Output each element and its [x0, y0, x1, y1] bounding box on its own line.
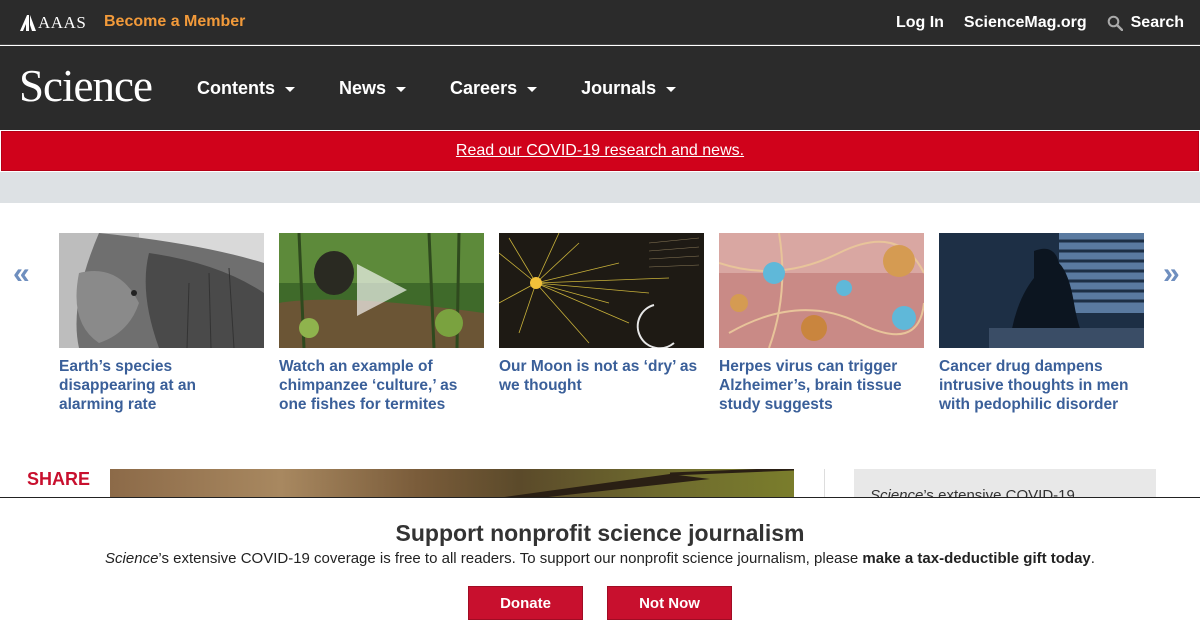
search-icon [1107, 15, 1123, 31]
rhino-image[interactable] [59, 233, 264, 348]
caret-down-icon [396, 86, 407, 92]
covid-coverage-box: Science’s extensive COVID-19 [854, 469, 1156, 499]
nav-item-news[interactable]: News [339, 77, 407, 99]
covid-banner: Read our COVID-19 research and news. [1, 131, 1199, 171]
nav-item-label: Contents [197, 77, 275, 98]
sciencemag-link[interactable]: ScienceMag.org [964, 14, 1087, 32]
caret-down-icon [285, 86, 295, 92]
donate-button[interactable]: Donate [468, 586, 583, 620]
science-logo[interactable]: Science [19, 60, 153, 112]
carousel-card[interactable]: Our Moon is not as ‘dry’ as we thought [499, 233, 704, 395]
aaas-logo-text: AAAS [38, 13, 87, 32]
donation-overlay: Support nonprofit science journalism Sci… [0, 497, 1200, 630]
nav-item-journals[interactable]: Journals [581, 77, 677, 99]
column-divider [824, 469, 825, 499]
tax-gift-text: make a tax-deductible gift today [862, 550, 1091, 567]
nav-item-label: Careers [450, 77, 518, 98]
carousel-card[interactable]: Watch an example of chimpanzee ‘culture,… [279, 233, 484, 414]
card-title[interactable]: Herpes virus can trigger Alzheimer’s, br… [719, 357, 924, 414]
carousel-next-arrow[interactable]: » [1163, 257, 1180, 291]
share-label: SHARE [27, 469, 91, 489]
chimpanzee-video-image[interactable] [279, 233, 484, 348]
card-title[interactable]: Earth’s species disappearing at an alarm… [59, 357, 264, 414]
covid-research-link[interactable]: Read our COVID-19 research and news. [456, 142, 744, 160]
carousel-prev-arrow[interactable]: « [13, 257, 30, 291]
moon-illustration-image[interactable] [499, 233, 704, 348]
nav-item-label: News [339, 77, 387, 98]
card-title[interactable]: Cancer drug dampens intrusive thoughts i… [939, 357, 1144, 414]
aaas-logo[interactable]: AAAS [20, 13, 86, 33]
search-label: Search [1130, 13, 1184, 31]
caret-down-icon [666, 86, 677, 92]
caret-down-icon [527, 86, 538, 92]
play-icon[interactable] [352, 261, 410, 319]
card-title[interactable]: Watch an example of chimpanzee ‘culture,… [279, 357, 484, 414]
become-member-link[interactable]: Become a Member [104, 13, 245, 31]
not-now-button[interactable]: Not Now [607, 586, 732, 620]
nav-menu: Contents News Careers Journals [197, 46, 720, 130]
carousel-card[interactable]: Herpes virus can trigger Alzheimer’s, br… [719, 233, 924, 414]
main-nav: Science Contents News Careers Journals [0, 46, 1200, 130]
man-in-dark-room-image[interactable] [939, 233, 1144, 348]
nav-item-contents[interactable]: Contents [197, 78, 295, 99]
account-links: Log In ScienceMag.org Search [876, 0, 1184, 45]
carousel-card[interactable]: Cancer drug dampens intrusive thoughts i… [939, 233, 1144, 414]
search-button[interactable]: Search [1107, 14, 1184, 32]
donation-message: Science’s extensive COVID-19 coverage is… [105, 550, 1095, 567]
ad-strip [0, 172, 1200, 203]
science-italic: Science [105, 550, 159, 567]
log-in-link[interactable]: Log In [896, 14, 944, 32]
card-title[interactable]: Our Moon is not as ‘dry’ as we thought [499, 357, 704, 395]
article-hero-image [110, 469, 794, 499]
neurons-illustration-image[interactable] [719, 233, 924, 348]
utility-bar: AAAS Become a Member Log In ScienceMag.o… [0, 0, 1200, 45]
aaas-logo-icon [20, 15, 36, 31]
nav-item-label: Journals [581, 77, 657, 98]
carousel-card[interactable]: Earth’s species disappearing at an alarm… [59, 233, 264, 414]
nav-item-careers[interactable]: Careers [450, 77, 538, 99]
donation-title: Support nonprofit science journalism [395, 520, 805, 546]
